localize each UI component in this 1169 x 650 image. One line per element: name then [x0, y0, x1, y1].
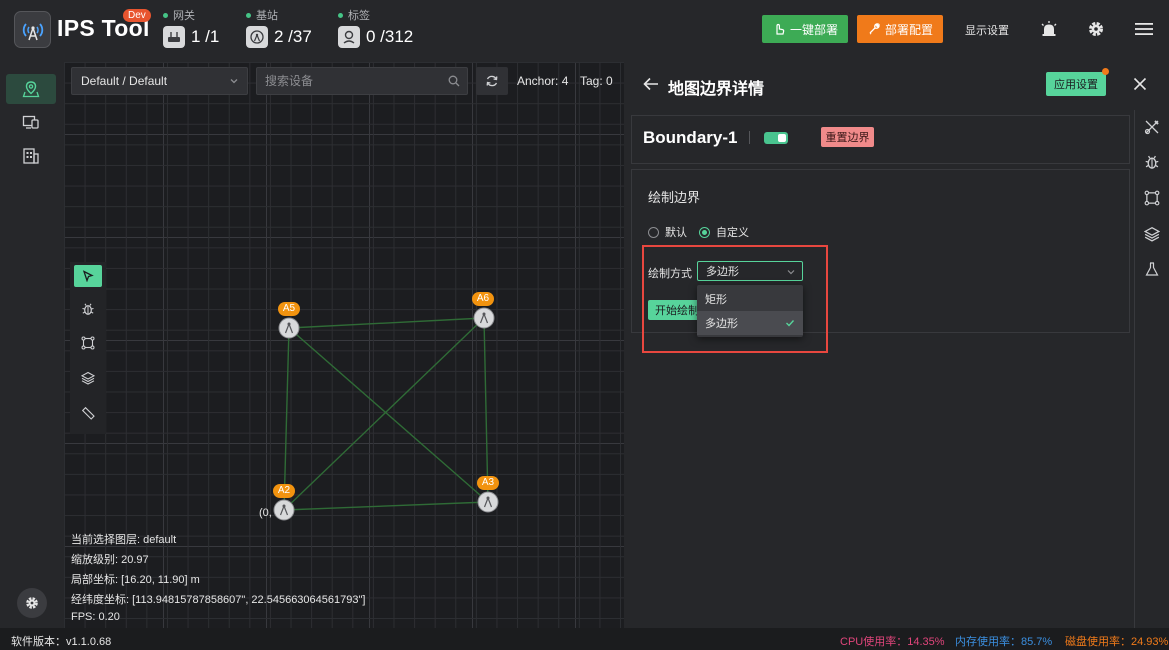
status-dot	[163, 12, 168, 18]
tag-value: 0 /312	[366, 27, 414, 46]
anchor-label-a3: A3	[477, 476, 499, 490]
unsaved-indicator	[1102, 68, 1109, 75]
bug-icon[interactable]	[1141, 151, 1163, 173]
one-click-deploy-button[interactable]: 一键部署	[762, 15, 848, 43]
layers-icon[interactable]	[74, 367, 102, 389]
anchor-label-a6: A6	[472, 292, 494, 306]
status-bar: 软件版本：v1.1.0.68 CPU使用率：14.35% 内存使用率：85.7%…	[0, 628, 1169, 650]
anchor-label-a2: A2	[273, 484, 295, 498]
gateway-icon	[163, 26, 185, 48]
app-logo-icon	[14, 11, 51, 48]
nav-settings-gear-icon[interactable]	[17, 588, 47, 618]
reset-boundary-button[interactable]: 重置边界	[821, 127, 874, 147]
cpu-usage: CPU使用率：14.35%	[840, 636, 945, 648]
anchor-node-icon[interactable]	[473, 307, 495, 329]
section-title: 绘制边界	[648, 190, 701, 205]
software-version: 软件版本：v1.1.0.68	[11, 636, 112, 648]
disk-usage: 磁盘使用率：24.93%	[1065, 636, 1169, 648]
tools-icon[interactable]	[1141, 116, 1163, 138]
tag-label: 标签	[348, 10, 370, 22]
boundary-icon[interactable]	[1141, 187, 1163, 209]
radio-custom-label: 自定义	[716, 227, 749, 239]
anchor-label-a5: A5	[278, 302, 300, 316]
layer-select-value: Default / Default	[81, 74, 168, 88]
boundary-icon[interactable]	[74, 332, 102, 354]
back-arrow-icon[interactable]	[640, 73, 662, 95]
boundary-enable-toggle[interactable]	[764, 132, 788, 144]
info-lonlat: 经纬度坐标: [113.94815787858607", 22.54566306…	[71, 594, 366, 606]
select-pointer-icon[interactable]	[74, 265, 102, 287]
one-click-deploy-label: 一键部署	[789, 22, 838, 37]
alarm-icon[interactable]	[1038, 18, 1060, 40]
anchor-value: 2 /37	[274, 27, 312, 46]
device-search-input[interactable]	[257, 68, 437, 94]
panel-title: 地图边界详情	[668, 81, 765, 98]
status-dot	[246, 12, 251, 18]
dev-badge: Dev	[123, 9, 151, 22]
info-zoom: 缩放级别: 20.97	[71, 554, 149, 566]
flask-icon[interactable]	[1141, 258, 1163, 280]
display-settings-button[interactable]: 显示设置	[965, 22, 1009, 38]
tag-icon	[338, 26, 360, 48]
radio-default-label: 默认	[665, 227, 687, 239]
layers-icon[interactable]	[1141, 223, 1163, 245]
boundary-name: Boundary-1	[643, 128, 738, 147]
nav-devices-icon[interactable]	[6, 107, 56, 137]
hand-pointer-icon	[776, 23, 785, 35]
deploy-config-button[interactable]: 部署配置	[857, 15, 943, 43]
map-toolbar	[70, 262, 106, 434]
anchor-node-icon[interactable]	[273, 499, 295, 521]
anchor-link	[288, 317, 485, 329]
nav-map-icon[interactable]	[6, 74, 56, 104]
anchor-count: Anchor: 4	[517, 74, 569, 88]
radio-circle	[648, 226, 659, 238]
anchor-icon	[246, 26, 268, 48]
left-nav	[0, 62, 64, 628]
top-bar: IPS Tool Dev 网关 1 /1 基站 2 /37 标签 0 /312	[0, 0, 1169, 62]
layer-select[interactable]: Default / Default	[71, 67, 248, 95]
deploy-config-label: 部署配置	[884, 22, 933, 37]
menu-icon[interactable]	[1133, 18, 1155, 40]
bug-icon[interactable]	[74, 298, 102, 320]
anchor-node-icon[interactable]	[278, 317, 300, 339]
radio-circle-selected	[699, 226, 710, 238]
apply-settings-button[interactable]: 应用设置	[1046, 72, 1106, 96]
radio-custom[interactable]: 自定义	[699, 224, 749, 240]
divider	[749, 131, 750, 144]
anchor-link	[283, 327, 290, 511]
gateway-label: 网关	[173, 10, 195, 22]
gear-icon[interactable]	[1085, 18, 1107, 40]
radio-default[interactable]: 默认	[648, 224, 687, 240]
origin-label: (0,	[259, 507, 272, 519]
gateway-value: 1 /1	[191, 27, 220, 46]
highlight-box	[642, 245, 828, 353]
nav-building-icon[interactable]	[6, 141, 56, 171]
device-search[interactable]	[256, 67, 468, 95]
chevron-down-icon	[230, 79, 238, 84]
tag-count: Tag: 0	[580, 74, 613, 88]
tag-stat[interactable]: 标签 0 /312	[338, 8, 413, 48]
ruler-icon[interactable]	[74, 402, 102, 424]
anchor-label: 基站	[256, 10, 278, 22]
info-layer: 当前选择图层: default	[71, 534, 177, 546]
memory-usage: 内存使用率：85.7%	[955, 636, 1053, 648]
close-icon[interactable]	[1129, 73, 1151, 95]
search-icon	[448, 75, 460, 87]
info-fps: FPS: 0.20	[71, 611, 120, 623]
info-local-coords: 局部坐标: [16.20, 11.90] m	[71, 574, 200, 586]
anchor-link	[283, 501, 489, 511]
anchor-link	[483, 317, 489, 503]
wrench-icon	[869, 23, 880, 35]
anchor-link	[283, 317, 485, 511]
refresh-button[interactable]	[476, 67, 508, 95]
refresh-icon	[486, 75, 498, 87]
anchor-stat[interactable]: 基站 2 /37	[246, 8, 312, 48]
status-dot	[338, 12, 343, 18]
gateway-stat[interactable]: 网关 1 /1	[163, 8, 219, 48]
anchor-node-icon[interactable]	[477, 491, 499, 513]
rail-divider	[1134, 110, 1135, 628]
